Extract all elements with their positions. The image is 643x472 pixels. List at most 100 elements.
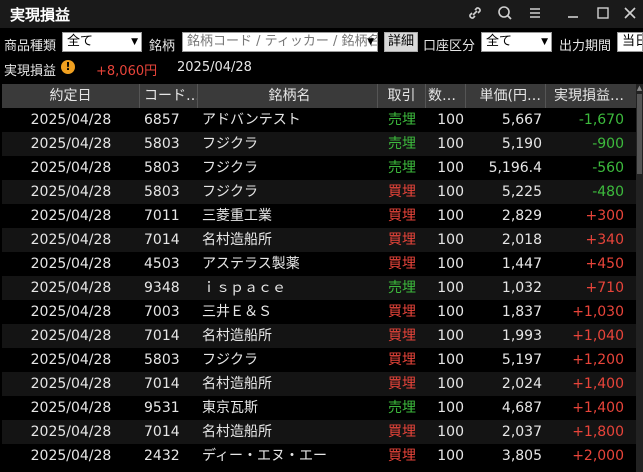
link-icon[interactable] <box>462 2 488 24</box>
table-row[interactable]: 2025/04/28 5803 フジクラ 売埋 100 5,196.4 -560 <box>2 156 636 180</box>
scrollbar-thumb[interactable] <box>637 94 642 174</box>
cell-code: 2432 <box>144 448 180 464</box>
cell-qty: 100 <box>437 112 464 128</box>
cell-date: 2025/04/28 <box>30 208 112 224</box>
cell-date: 2025/04/28 <box>30 160 112 176</box>
product-type-label: 商品種類 <box>4 39 57 54</box>
cell-date: 2025/04/28 <box>30 280 112 296</box>
cell-qty: 100 <box>437 304 464 320</box>
cell-name: 三井Ｅ＆Ｓ <box>202 304 272 320</box>
table-row[interactable]: 2025/04/28 7014 名村造船所 買埋 100 2,024 +1,400 <box>2 372 636 396</box>
menu-icon[interactable] <box>522 2 548 24</box>
table-row[interactable]: 2025/04/28 2432 ディー・エヌ・エー 買埋 100 3,805 +2,000 <box>2 444 636 468</box>
column-header-code[interactable]: コード… <box>140 84 198 108</box>
table-row[interactable]: 2025/04/28 5803 フジクラ 買埋 100 5,225 -480 <box>2 180 636 204</box>
cell-date: 2025/04/28 <box>30 424 112 440</box>
cell-name: 名村造船所 <box>202 376 272 392</box>
cell-trade: 買埋 <box>388 208 416 224</box>
cell-trade: 買埋 <box>388 328 416 344</box>
cell-qty: 100 <box>437 160 464 176</box>
cell-qty: 100 <box>437 136 464 152</box>
cell-name: フジクラ <box>202 160 258 176</box>
table-row[interactable]: 2025/04/28 5803 フジクラ 売埋 100 5,190 -900 <box>2 132 636 156</box>
cell-qty: 100 <box>437 448 464 464</box>
cell-price: 2,829 <box>501 208 542 224</box>
chevron-down-icon: ▼ <box>131 37 138 47</box>
search-icon[interactable] <box>492 2 518 24</box>
cell-pl: +1,030 <box>572 304 624 320</box>
cell-code: 7003 <box>144 304 180 320</box>
detail-button[interactable]: 詳細 <box>384 32 418 52</box>
scroll-up-icon[interactable]: ▲ <box>636 84 643 94</box>
cell-date: 2025/04/28 <box>30 112 112 128</box>
warning-icon[interactable]: ! <box>61 60 75 74</box>
cell-trade: 買埋 <box>388 304 416 320</box>
cell-price: 1,993 <box>501 328 542 344</box>
cell-code: 5803 <box>144 160 180 176</box>
cell-code: 6857 <box>144 112 180 128</box>
cell-name: 名村造船所 <box>202 424 272 440</box>
cell-date: 2025/04/28 <box>30 136 112 152</box>
cell-pl: +1,040 <box>572 328 624 344</box>
column-header-date[interactable]: 約定日 <box>2 84 140 108</box>
table-row[interactable]: 2025/04/28 6857 アドバンテスト 売埋 100 5,667 -1,670 <box>2 108 636 132</box>
account-type-select[interactable]: 全て ▼ <box>481 32 552 52</box>
account-type-label: 口座区分 <box>423 39 476 54</box>
cell-date: 2025/04/28 <box>30 376 112 392</box>
minimize-icon[interactable] <box>560 2 586 24</box>
cell-date: 2025/04/28 <box>30 328 112 344</box>
column-header-name[interactable]: 銘柄名 <box>198 84 378 108</box>
cell-trade: 売埋 <box>388 112 416 128</box>
cell-name: ｉｓｐａｃｅ <box>202 280 286 296</box>
cell-date: 2025/04/28 <box>30 304 112 320</box>
period-select[interactable]: 当日 <box>617 32 643 52</box>
cell-qty: 100 <box>437 424 464 440</box>
cell-pl: -900 <box>592 136 624 152</box>
column-header-pl[interactable]: 実現損益… <box>546 84 628 108</box>
column-header-qty[interactable]: 数… <box>426 84 466 108</box>
period-label: 出力期間 <box>559 39 612 54</box>
realized-pl-table: 約定日 コード… 銘柄名 取引 数… 単価(円… 実現損益… 2025/04/2… <box>2 84 636 468</box>
cell-code: 7014 <box>144 376 180 392</box>
vertical-scrollbar[interactable]: ▲ <box>636 84 643 472</box>
column-header-price[interactable]: 単価(円… <box>466 84 546 108</box>
cell-qty: 100 <box>437 328 464 344</box>
cell-code: 5803 <box>144 352 180 368</box>
table-row[interactable]: 2025/04/28 9348 ｉｓｐａｃｅ 売埋 100 1,032 +710 <box>2 276 636 300</box>
table-row[interactable]: 2025/04/28 7011 三菱重工業 買埋 100 2,829 +300 <box>2 204 636 228</box>
maximize-icon[interactable] <box>590 2 616 24</box>
table-row[interactable]: 2025/04/28 4503 アステラス製薬 買埋 100 1,447 +450 <box>2 252 636 276</box>
cell-trade: 買埋 <box>388 352 416 368</box>
column-header-trade[interactable]: 取引 <box>378 84 426 108</box>
cell-pl: +710 <box>585 280 624 296</box>
cell-trade: 売埋 <box>388 160 416 176</box>
chevron-down-icon: ▼ <box>367 37 374 47</box>
product-type-select[interactable]: 全て ▼ <box>62 32 142 52</box>
cell-name: ディー・エヌ・エー <box>202 448 328 464</box>
cell-price: 1,837 <box>501 304 542 320</box>
table-row[interactable]: 2025/04/28 9531 東京瓦斯 売埋 100 4,687 +1,400 <box>2 396 636 420</box>
table-row[interactable]: 2025/04/28 7014 名村造船所 買埋 100 2,018 +340 <box>2 228 636 252</box>
table-row[interactable]: 2025/04/28 7014 名村造船所 買埋 100 2,037 +1,800 <box>2 420 636 444</box>
cell-pl: -1,670 <box>578 112 624 128</box>
cell-price: 1,447 <box>501 256 542 272</box>
summary-bar: 実現損益 ! +8,060円 2025/04/28 <box>0 58 643 79</box>
brand-search-input[interactable]: 銘柄コード / ティッカー / 銘柄名 ▼ <box>182 32 378 52</box>
cell-pl: +300 <box>585 208 624 224</box>
table-row[interactable]: 2025/04/28 7003 三井Ｅ＆Ｓ 買埋 100 1,837 +1,030 <box>2 300 636 324</box>
close-icon[interactable] <box>617 2 643 24</box>
cell-pl: +450 <box>585 256 624 272</box>
cell-price: 3,805 <box>501 448 542 464</box>
cell-name: フジクラ <box>202 352 258 368</box>
table-row[interactable]: 2025/04/28 5803 フジクラ 買埋 100 5,197 +1,200 <box>2 348 636 372</box>
cell-pl: +1,400 <box>572 376 624 392</box>
period-value: 当日 <box>622 34 642 49</box>
cell-name: フジクラ <box>202 184 258 200</box>
cell-date: 2025/04/28 <box>30 184 112 200</box>
summary-date: 2025/04/28 <box>177 60 252 75</box>
table-row[interactable]: 2025/04/28 7014 名村造船所 買埋 100 1,993 +1,040 <box>2 324 636 348</box>
cell-price: 5,667 <box>501 112 542 128</box>
cell-pl: +1,200 <box>572 352 624 368</box>
cell-trade: 売埋 <box>388 280 416 296</box>
cell-name: 名村造船所 <box>202 232 272 248</box>
